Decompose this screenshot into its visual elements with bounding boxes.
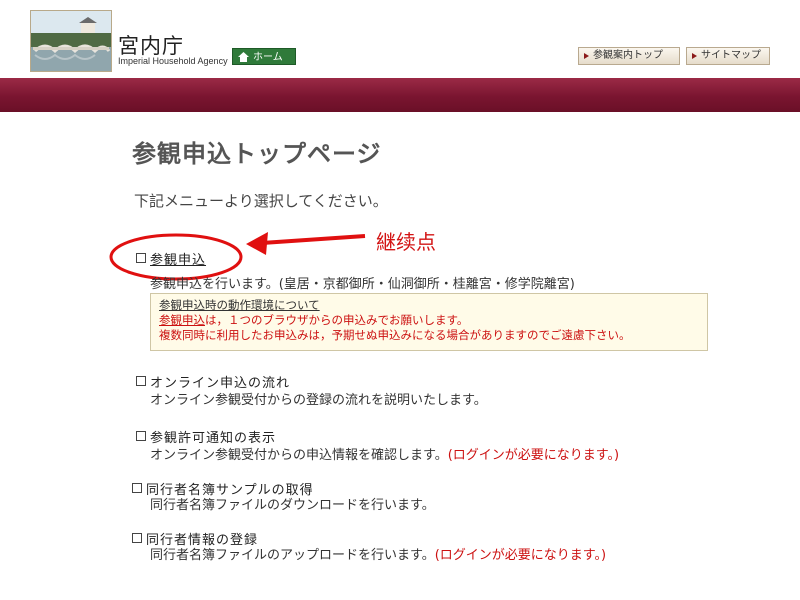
notice-line-1-text: は，１つのブラウザからの申込みでお願いします。 — [205, 313, 469, 327]
menu-item-online-flow-desc: オンライン参観受付からの登録の流れを説明いたします。 — [150, 389, 487, 408]
checkbox-icon — [136, 376, 146, 386]
notice-line-1-link[interactable]: 参観申込 — [159, 313, 205, 327]
notice-line-2: 複数同時に利用したお申込みは，予期せぬ申込みになる場合がありますのでご遠慮下さい… — [159, 328, 631, 342]
annotation-arrowhead — [246, 232, 268, 255]
checkbox-icon — [132, 483, 142, 493]
menu-item-apply[interactable]: 参観申込 — [136, 249, 206, 268]
desc-text: 同行者名簿ファイルのアップロードを行います。 — [150, 548, 435, 563]
notice-box: 参観申込時の動作環境について 参観申込は，１つのブラウザからの申込みでお願いしま… — [150, 293, 708, 351]
menu-item-companion-register-desc: 同行者名簿ファイルのアップロードを行います。(ログインが必要になります。) — [150, 544, 606, 563]
login-required-note: (ログインが必要になります。) — [447, 448, 620, 463]
desc-text: 参観申込を行います。(皇居・京都御所・仙洞御所・桂離宮・修学院離宮) — [150, 277, 575, 292]
checkbox-icon — [136, 253, 146, 263]
desc-text: オンライン参観受付からの申込情報を確認します。 — [150, 448, 448, 463]
checkbox-icon — [136, 431, 146, 441]
login-required-note: (ログインが必要になります。) — [434, 548, 607, 563]
menu-item-sample-list-desc: 同行者名簿ファイルのダウンロードを行います。 — [150, 494, 435, 513]
checkbox-icon — [132, 533, 142, 543]
desc-text: 同行者名簿ファイルのダウンロードを行います。 — [150, 498, 435, 513]
annotation-text: 継续点 — [376, 230, 436, 254]
menu-item-permit-notice-desc: オンライン参観受付からの申込情報を確認します。(ログインが必要になります。) — [150, 444, 619, 463]
annotation-arrow — [261, 234, 366, 245]
notice-title[interactable]: 参観申込時の動作環境について — [159, 298, 699, 313]
menu-item-apply-desc: 参観申込を行います。(皇居・京都御所・仙洞御所・桂離宮・修学院離宮) — [150, 273, 575, 292]
desc-text: オンライン参観受付からの登録の流れを説明いたします。 — [150, 393, 487, 408]
menu-item-apply-label[interactable]: 参観申込 — [150, 253, 206, 268]
notice-line-1: 参観申込は，１つのブラウザからの申込みでお願いします。 — [159, 313, 699, 328]
